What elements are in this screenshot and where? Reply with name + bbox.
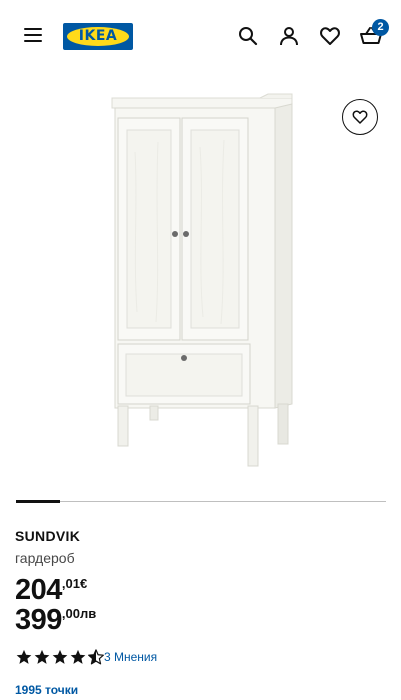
menu-icon[interactable] bbox=[24, 28, 42, 44]
wardrobe-image[interactable] bbox=[100, 92, 300, 472]
star-full-icon bbox=[16, 649, 32, 664]
price-eur: 204,01€ bbox=[15, 574, 87, 607]
reviews-link[interactable]: 3 Мнения bbox=[104, 650, 157, 664]
star-full-icon bbox=[52, 649, 68, 664]
gallery-progress-track bbox=[16, 501, 386, 502]
search-icon[interactable] bbox=[236, 24, 260, 48]
logo-text: IKEA bbox=[78, 28, 118, 44]
price-bgn-integer: 399 bbox=[15, 604, 62, 636]
cart-count-badge: 2 bbox=[372, 19, 389, 36]
loyalty-points[interactable]: 1995 точки bbox=[15, 683, 78, 697]
product-type: гардероб bbox=[15, 550, 75, 566]
star-full-icon bbox=[34, 649, 50, 664]
star-full-icon bbox=[70, 649, 86, 664]
price-eur-decimal: ,01€ bbox=[61, 576, 88, 591]
heart-icon[interactable] bbox=[318, 24, 342, 48]
user-icon[interactable] bbox=[277, 24, 301, 48]
top-header: IKEA 2 bbox=[0, 0, 401, 72]
rating-stars[interactable] bbox=[15, 648, 105, 666]
product-name[interactable]: SUNDVIK bbox=[15, 528, 80, 544]
favorite-button[interactable] bbox=[342, 99, 378, 135]
star-half-icon bbox=[88, 649, 104, 665]
gallery-progress-thumb[interactable] bbox=[16, 500, 60, 503]
price-bgn-decimal: ,00лв bbox=[61, 606, 97, 621]
ikea-logo[interactable]: IKEA bbox=[63, 23, 133, 50]
price-bgn: 399,00лв bbox=[15, 604, 96, 637]
price-eur-integer: 204 bbox=[15, 574, 62, 606]
heart-icon bbox=[352, 110, 368, 124]
